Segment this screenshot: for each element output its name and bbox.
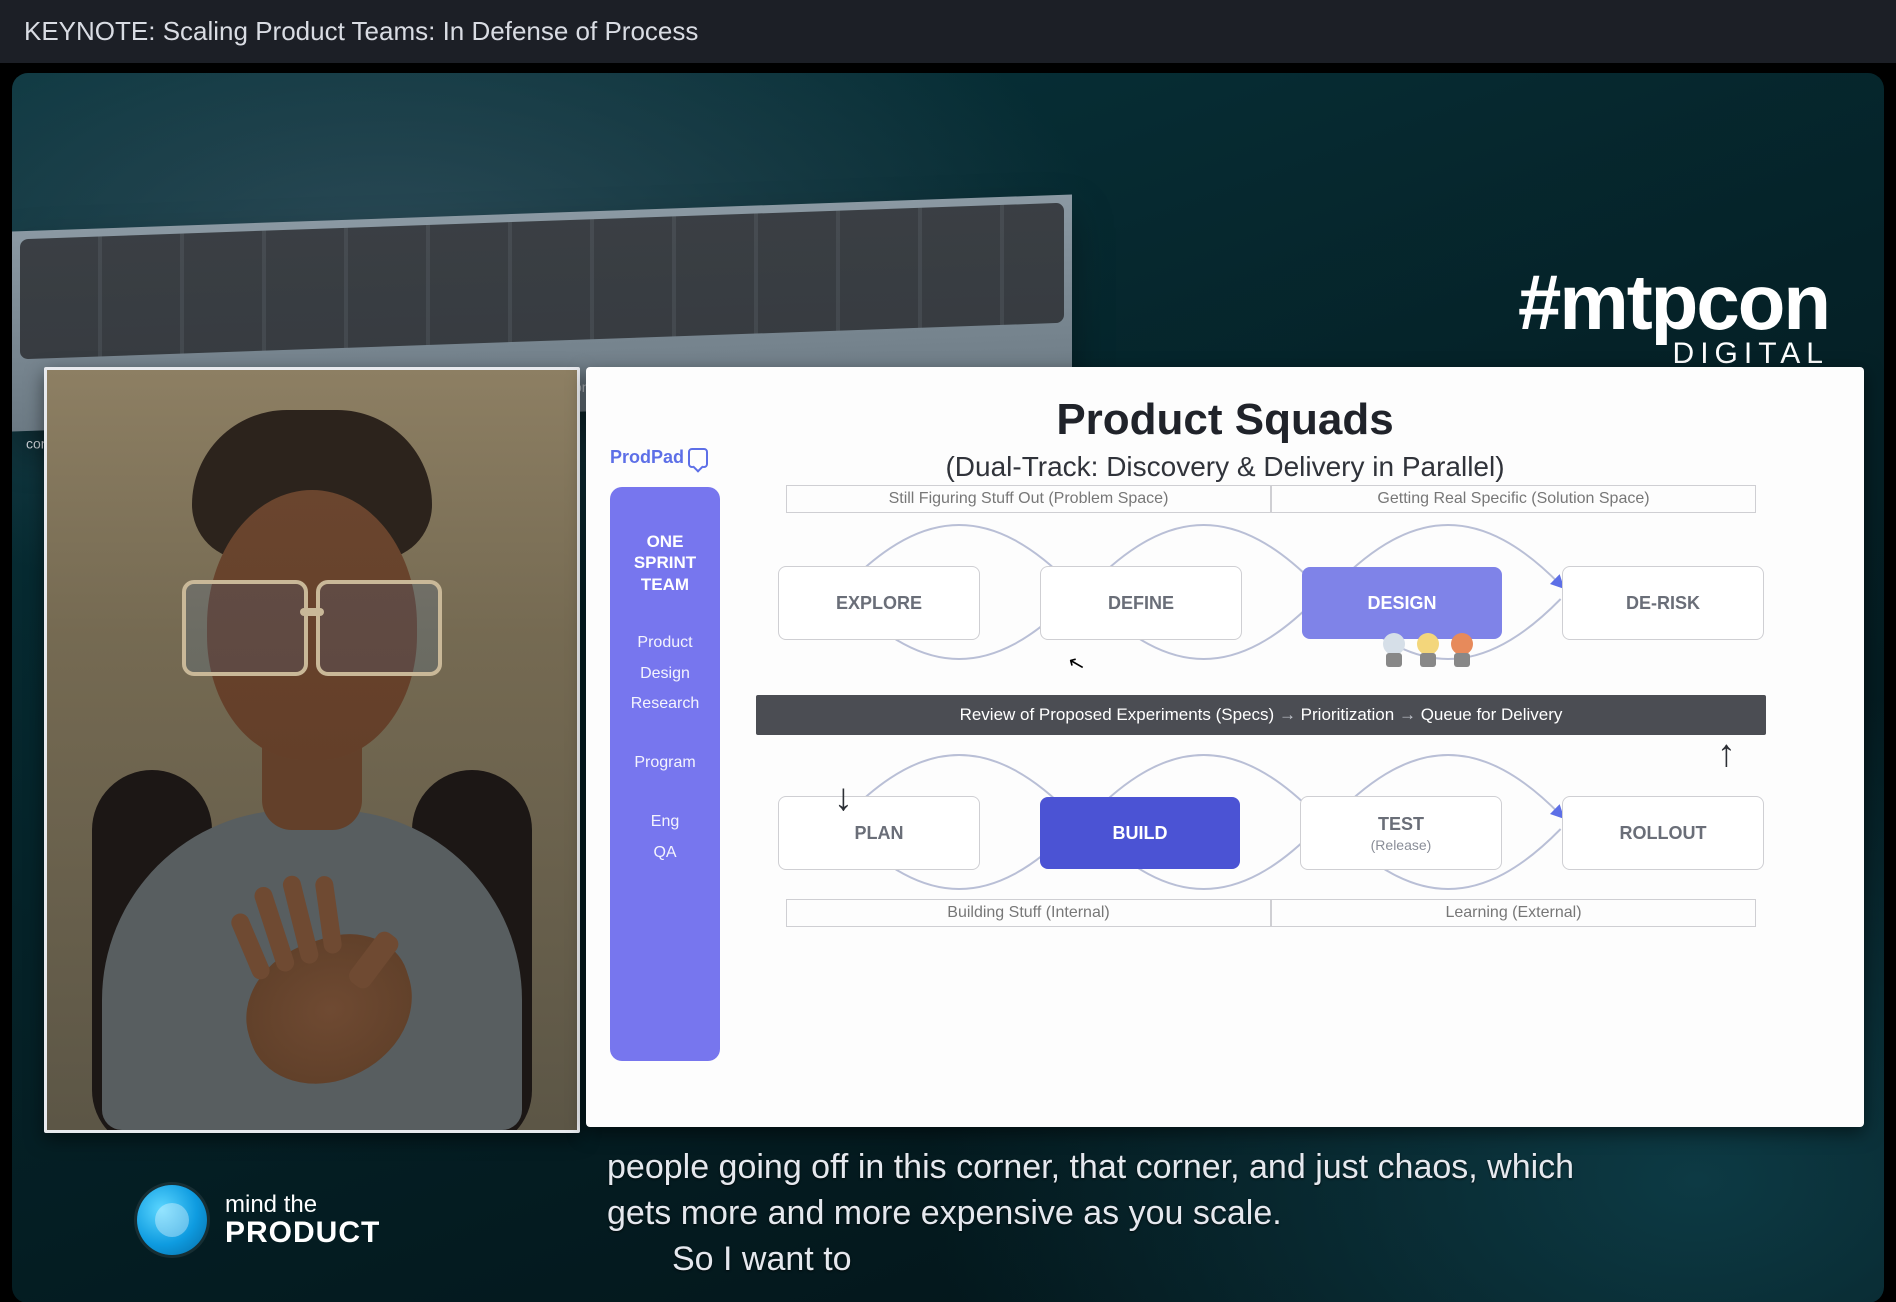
mid-bar-part: Queue for Delivery	[1421, 705, 1563, 724]
prodpad-logo: ProdPad	[610, 447, 708, 468]
node-derisk: DE-RISK	[1562, 566, 1764, 640]
role-label: Design	[640, 664, 690, 685]
mind-the-product-logo: mind the PRODUCT	[137, 1185, 380, 1255]
mid-bar-part: Prioritization	[1301, 705, 1395, 724]
down-arrow-icon: ↓	[834, 777, 853, 820]
slide-title: Product Squads	[586, 395, 1864, 445]
role-label: Program	[634, 753, 695, 774]
sprint-line: SPRINT	[634, 553, 696, 572]
arrow-right-icon: →	[1279, 705, 1301, 724]
hashtag-text: #mtpcon	[1518, 263, 1829, 341]
sprint-line: ONE	[647, 532, 684, 551]
sprint-team-box: ONE SPRINT TEAM Product Design Research …	[610, 487, 720, 1061]
cursor-icon: ↖	[1065, 649, 1088, 677]
role-label: QA	[653, 843, 676, 864]
node-test-sub: (Release)	[1371, 837, 1432, 853]
event-hashtag: #mtpcon DIGITAL	[1518, 263, 1829, 369]
node-explore: EXPLORE	[778, 566, 980, 640]
session-title: KEYNOTE: Scaling Product Teams: In Defen…	[0, 0, 1896, 63]
role-label: Product	[637, 633, 692, 654]
learning-label: Learning (External)	[1271, 899, 1756, 927]
avatar-icon	[1449, 633, 1475, 667]
role-label: Eng	[651, 812, 679, 833]
dual-track-diagram: ↖ Still Figuring Stuff Out (Problem Spac…	[756, 485, 1836, 1097]
delivery-track: PLAN BUILD TEST (Release) ROLLOUT	[778, 783, 1836, 883]
glasses-icon	[182, 580, 442, 670]
video-stage[interactable]: control option command command option #m…	[12, 73, 1884, 1302]
presentation-slide: Product Squads (Dual-Track: Discovery & …	[586, 367, 1864, 1127]
mtp-logo-top: mind the	[225, 1192, 380, 1217]
prodpad-label: ProdPad	[610, 447, 684, 468]
discovery-track: EXPLORE DEFINE DESIGN DE-RISK	[778, 553, 1836, 653]
node-plan: PLAN	[778, 796, 980, 870]
avatar-group	[1381, 633, 1475, 667]
live-caption: people going off in this corner, that co…	[607, 1145, 1707, 1283]
speech-bubble-icon	[688, 448, 708, 468]
up-arrow-icon: ↑	[1717, 733, 1736, 776]
node-define: DEFINE	[1040, 566, 1242, 640]
speaker-webcam	[44, 367, 580, 1133]
caption-line: gets more and more expensive as you scal…	[607, 1194, 1282, 1232]
caption-line: So I want to	[672, 1237, 1707, 1283]
problem-space-label: Still Figuring Stuff Out (Problem Space)	[786, 485, 1271, 513]
node-design: DESIGN	[1302, 567, 1502, 639]
avatar-icon	[1415, 633, 1441, 667]
slide-subtitle: (Dual-Track: Discovery & Delivery in Par…	[586, 451, 1864, 483]
solution-space-label: Getting Real Specific (Solution Space)	[1271, 485, 1756, 513]
role-label: Research	[631, 694, 699, 715]
mtp-circle-icon	[137, 1185, 207, 1255]
sprint-line: TEAM	[641, 575, 689, 594]
mid-process-bar: Review of Proposed Experiments (Specs) →…	[756, 695, 1766, 735]
mtp-logo-bottom: PRODUCT	[225, 1217, 380, 1249]
building-stuff-label: Building Stuff (Internal)	[786, 899, 1271, 927]
mid-bar-part: Review of Proposed Experiments (Specs)	[960, 705, 1275, 724]
arrow-right-icon: →	[1399, 705, 1421, 724]
node-rollout: ROLLOUT	[1562, 796, 1764, 870]
caption-line: people going off in this corner, that co…	[607, 1148, 1574, 1186]
avatar-icon	[1381, 633, 1407, 667]
speaker-figure	[102, 410, 522, 1110]
node-build: BUILD	[1040, 797, 1240, 869]
node-test: TEST (Release)	[1300, 796, 1502, 870]
